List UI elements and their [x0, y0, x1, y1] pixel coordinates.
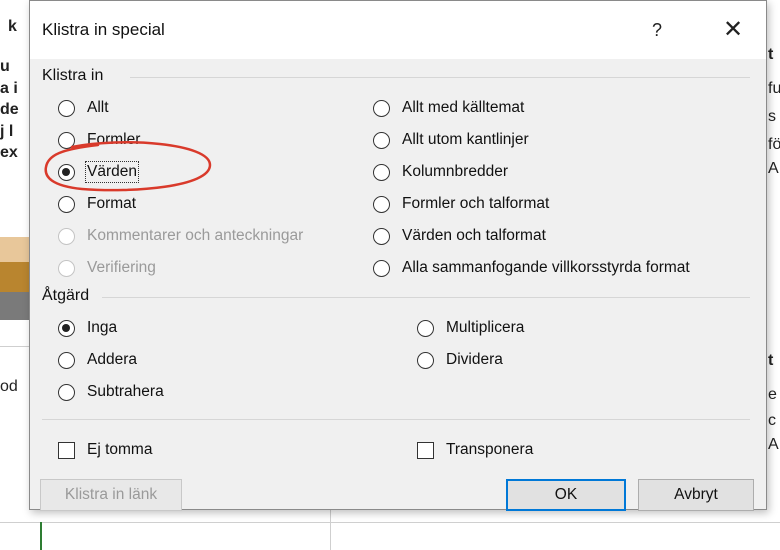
radio-button — [58, 227, 75, 245]
paste-special-dialog: Klistra in special ? ✕ Klistra in Allt F… — [29, 0, 767, 511]
radio-button[interactable] — [373, 259, 390, 277]
cell-fill-tan — [0, 237, 30, 262]
cell-fragment: de — [0, 101, 19, 118]
close-icon[interactable]: ✕ — [716, 13, 750, 47]
active-cell-marker — [40, 522, 42, 550]
option-label: Inga — [87, 319, 118, 336]
radio-button[interactable] — [417, 351, 434, 369]
checkbox[interactable] — [58, 441, 75, 459]
cell-fragment: t — [768, 46, 774, 63]
ok-button[interactable]: OK — [506, 479, 626, 511]
group-divider — [130, 77, 750, 78]
option-label: Allt — [87, 99, 109, 116]
cell-fragment: fu — [768, 80, 780, 97]
option-label: Verifiering — [87, 259, 156, 276]
radio-merge-conditional-formats[interactable]: Alla sammanfogande villkorsstyrda format — [373, 259, 690, 277]
radio-all-except-borders[interactable]: Allt utom kantlinjer — [373, 131, 529, 149]
dialog-titlebar[interactable]: Klistra in special ? ✕ — [30, 1, 766, 59]
radio-comments: Kommentarer och anteckningar — [58, 227, 303, 245]
cell-fragment: a i — [0, 80, 18, 97]
paste-group-label: Klistra in — [42, 67, 104, 84]
cell-fragment: j l — [0, 123, 14, 140]
cell-fragment: A — [768, 160, 779, 177]
radio-formats[interactable]: Format — [58, 195, 136, 213]
annotation-circle — [44, 141, 212, 192]
group-divider — [42, 419, 750, 420]
option-label: Värden och talformat — [402, 227, 546, 244]
radio-formulas-number-formats[interactable]: Formler och talformat — [373, 195, 549, 213]
radio-add[interactable]: Addera — [58, 351, 137, 369]
cell-fragment: s — [768, 108, 776, 125]
paste-link-button: Klistra in länk — [40, 479, 182, 511]
radio-button[interactable] — [373, 195, 390, 213]
radio-button[interactable] — [58, 99, 75, 117]
radio-subtract[interactable]: Subtrahera — [58, 383, 164, 401]
cell-fragment: e — [768, 386, 777, 403]
radio-button[interactable] — [373, 99, 390, 117]
option-label: Transponera — [446, 441, 534, 458]
option-label: Addera — [87, 351, 137, 368]
radio-none[interactable]: Inga — [58, 319, 117, 337]
help-button[interactable]: ? — [642, 15, 672, 45]
radio-multiply[interactable]: Multiplicera — [417, 319, 524, 337]
radio-button[interactable] — [373, 227, 390, 245]
radio-button[interactable] — [373, 163, 390, 181]
cell-fill-gray — [0, 292, 30, 320]
option-label: Ej tomma — [87, 441, 153, 458]
option-label: Allt med källtemat — [402, 99, 525, 116]
radio-button — [58, 259, 75, 277]
operation-group-label: Åtgärd — [42, 287, 90, 304]
dialog-title: Klistra in special — [42, 20, 165, 39]
cancel-button[interactable]: Avbryt — [638, 479, 754, 511]
option-label: Alla sammanfogande villkorsstyrda format — [402, 259, 690, 276]
checkbox-skip-blanks[interactable]: Ej tomma — [58, 441, 152, 459]
checkbox[interactable] — [417, 441, 434, 459]
cell-fragment: t — [768, 352, 774, 369]
cell-fragment: u — [0, 58, 10, 75]
cell-fill-brown — [0, 262, 30, 292]
radio-column-widths[interactable]: Kolumnbredder — [373, 163, 508, 181]
cell-fragment: k — [8, 18, 17, 35]
cell-fragment: A — [768, 436, 779, 453]
cell-fragment: c — [768, 412, 776, 429]
cell-fragment: ex — [0, 144, 18, 161]
option-label: Allt utom kantlinjer — [402, 131, 529, 148]
radio-button[interactable] — [373, 131, 390, 149]
option-label: Subtrahera — [87, 383, 164, 400]
radio-button[interactable] — [417, 319, 434, 337]
option-label: Multiplicera — [446, 319, 525, 336]
option-label: Formler och talformat — [402, 195, 550, 212]
grid-line — [0, 346, 30, 347]
radio-button-selected[interactable] — [58, 319, 75, 337]
cell-fragment: fö — [768, 136, 780, 153]
grid-line — [0, 522, 780, 523]
option-label: Format — [87, 195, 137, 212]
radio-validation: Verifiering — [58, 259, 156, 277]
grid-line — [330, 510, 331, 550]
option-label: Kolumnbredder — [402, 163, 508, 180]
radio-button[interactable] — [58, 195, 75, 213]
cell-fragment: od — [0, 378, 18, 395]
radio-values-number-formats[interactable]: Värden och talformat — [373, 227, 546, 245]
checkbox-transpose[interactable]: Transponera — [417, 441, 533, 459]
radio-all[interactable]: Allt — [58, 99, 109, 117]
radio-button[interactable] — [58, 351, 75, 369]
group-divider — [102, 297, 750, 298]
radio-all-source-theme[interactable]: Allt med källtemat — [373, 99, 524, 117]
option-label: Kommentarer och anteckningar — [87, 227, 304, 244]
radio-button[interactable] — [58, 383, 75, 401]
option-label: Dividera — [446, 351, 503, 368]
radio-divide[interactable]: Dividera — [417, 351, 503, 369]
